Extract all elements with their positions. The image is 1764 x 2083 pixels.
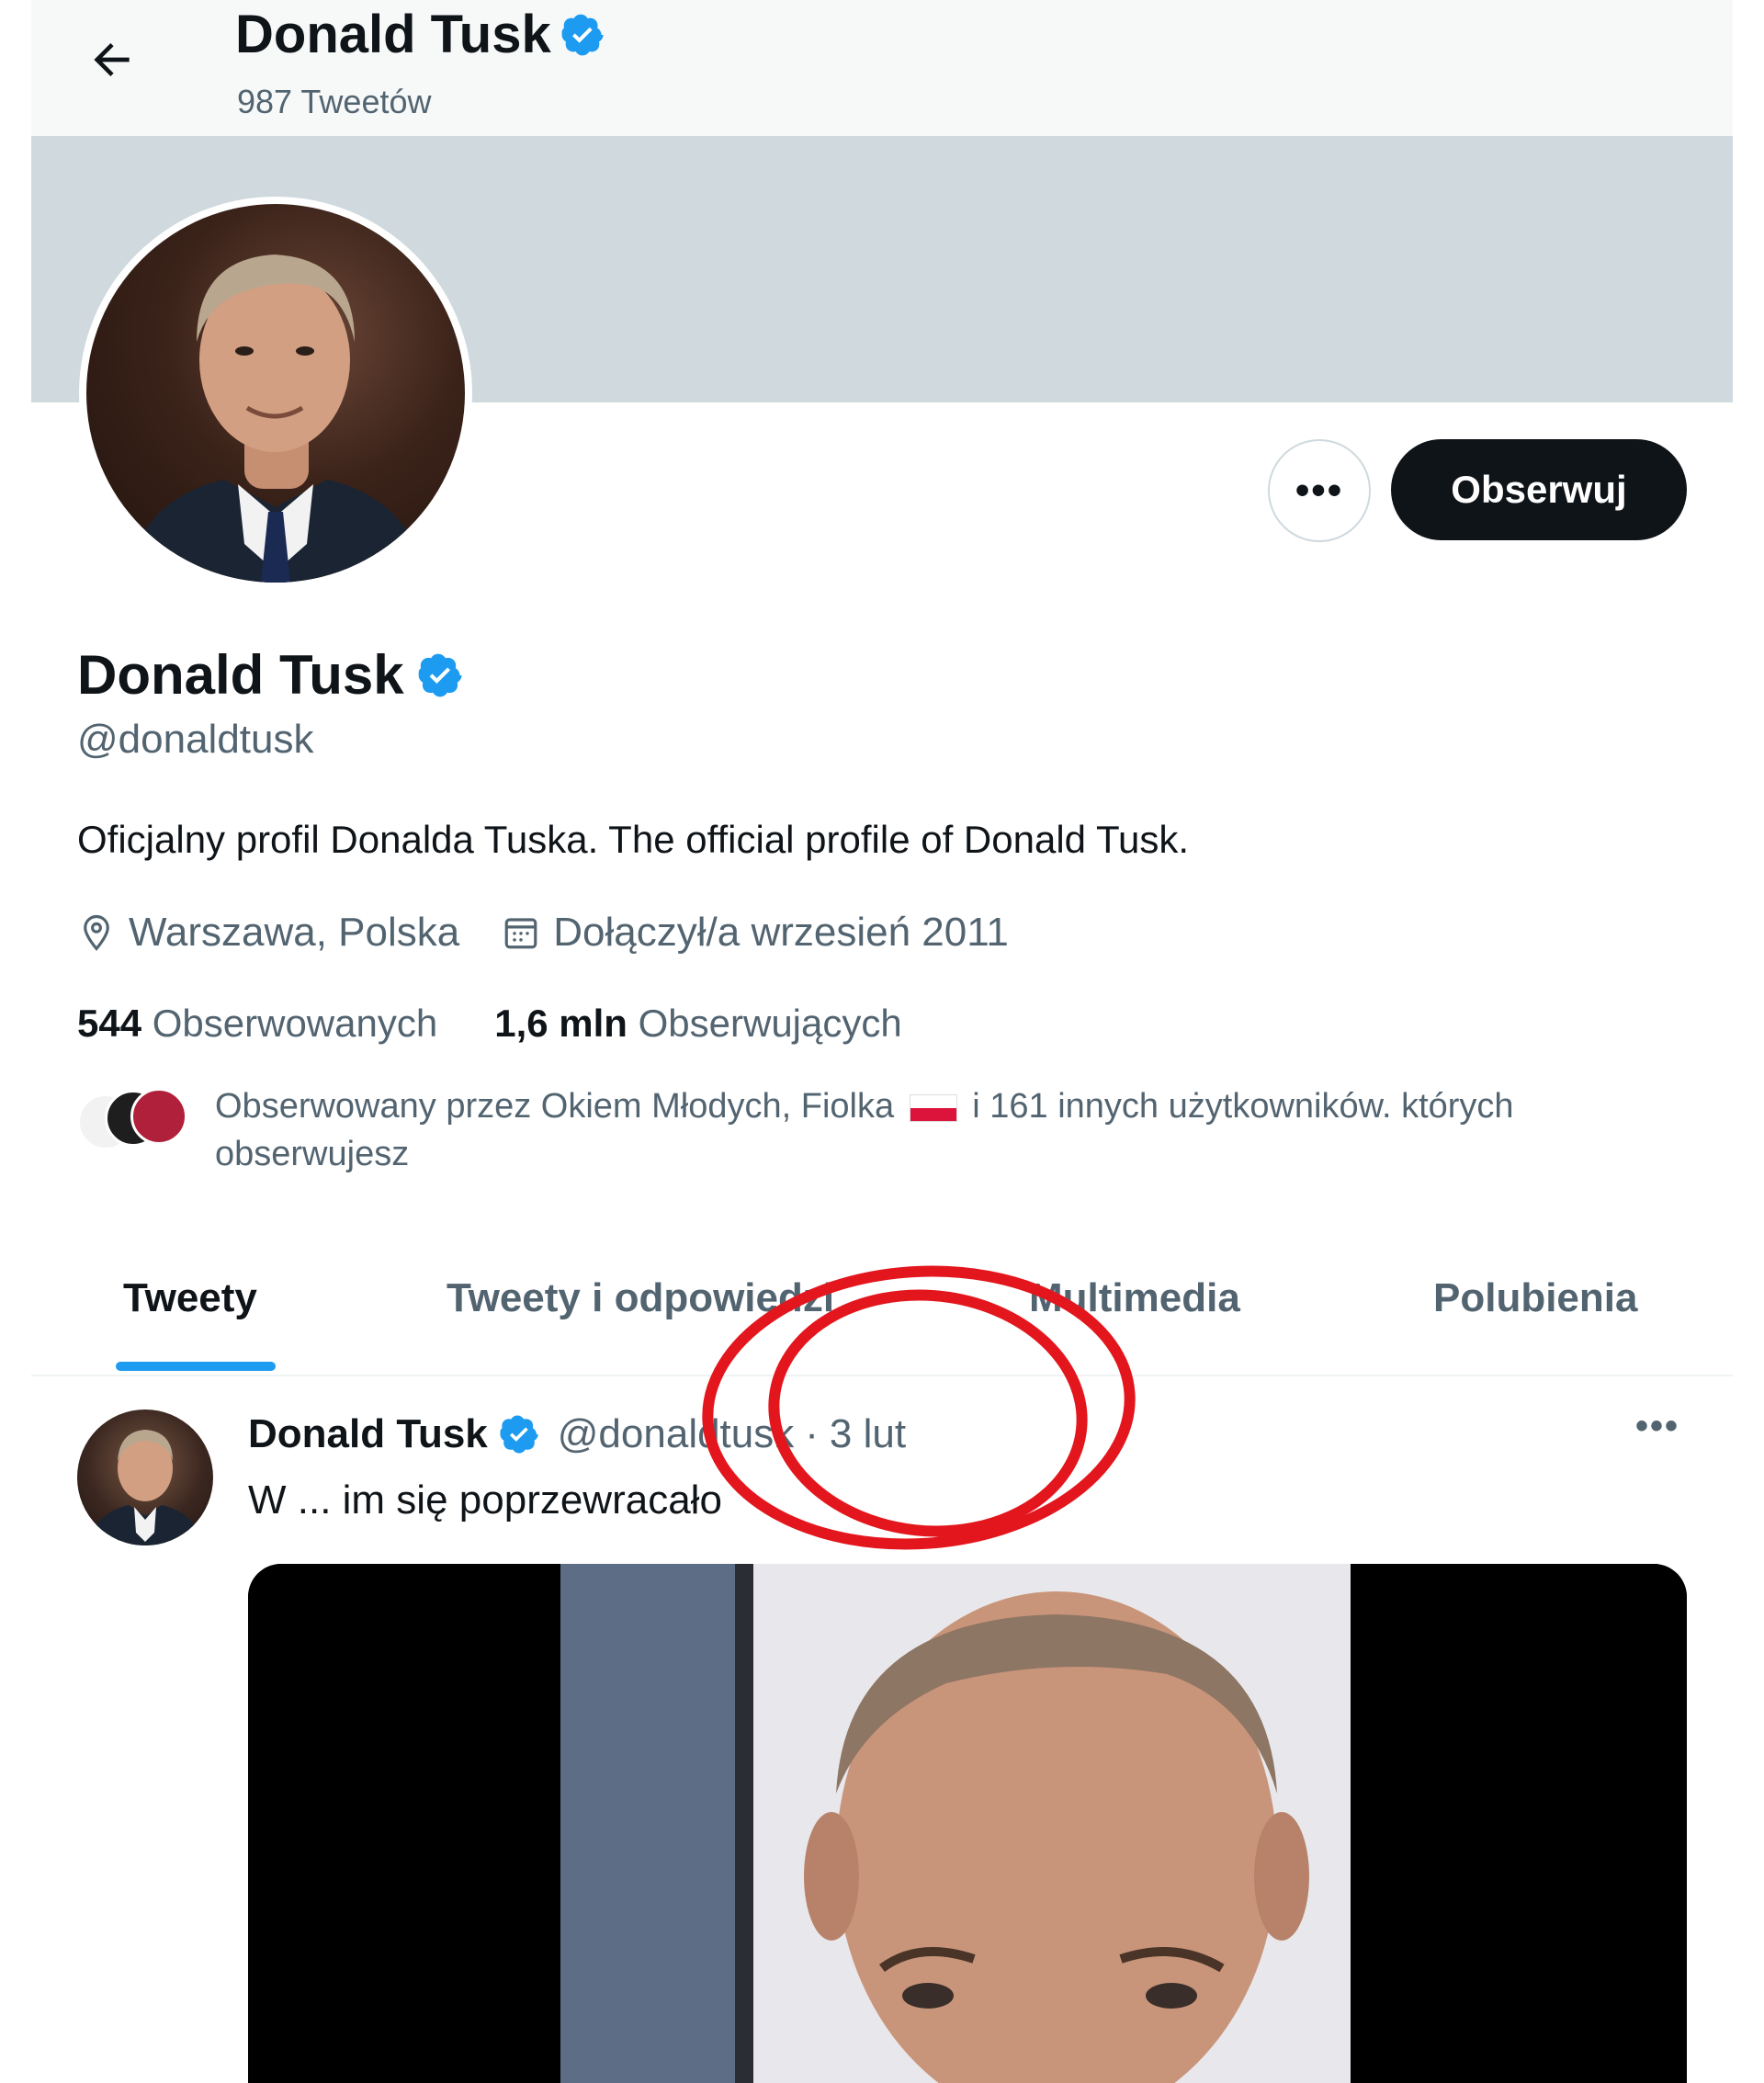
profile-page: Donald Tusk 987 Tweetów ••• Obserwuj Don… — [31, 0, 1733, 2083]
tweet-separator: · — [805, 1411, 819, 1456]
following-label: Obserwowanych — [152, 1002, 438, 1045]
verified-badge-icon — [418, 653, 462, 696]
profile-tabs: Tweety Tweety i odpowiedzi Multimedia Po… — [31, 1250, 1733, 1376]
followers-label: Obserwujących — [638, 1002, 902, 1045]
back-button[interactable] — [75, 28, 149, 92]
header-title: Donald Tusk — [235, 4, 605, 65]
calendar-icon — [504, 918, 537, 949]
tweet-more-button[interactable]: ••• — [1635, 1406, 1679, 1447]
tab-tweets[interactable]: Tweety — [123, 1275, 257, 1321]
following-count: 544 — [77, 1002, 142, 1045]
tweet-header: Donald Tusk @donaldtusk · 3 lut — [248, 1411, 906, 1457]
tab-media[interactable]: Multimedia — [1029, 1275, 1240, 1321]
profile-header: Donald Tusk 987 Tweetów — [31, 0, 1733, 137]
tweet-timestamp[interactable]: 3 lut — [830, 1411, 906, 1457]
followed-by-prefix: Obserwowany przez Okiem Młodych, Fiolka — [215, 1087, 895, 1126]
tweet-avatar[interactable] — [77, 1409, 213, 1545]
avatar-photo — [86, 204, 465, 583]
profile-handle: @donaldtusk — [77, 717, 314, 762]
following-link[interactable]: 544 Obserwowanych — [77, 1002, 437, 1046]
tweet-handle[interactable]: @donaldtusk — [558, 1411, 795, 1457]
followed-by-text: Obserwowany przez Okiem Młodych, Fiolka … — [215, 1082, 1685, 1178]
location-text: Warszawa, Polska — [129, 910, 460, 955]
more-icon: ••• — [1295, 468, 1344, 513]
follow-button[interactable]: Obserwuj — [1391, 439, 1687, 540]
header-name: Donald Tusk — [235, 5, 551, 64]
joined-text: Dołączył/a wrzesień 2011 — [553, 910, 1009, 955]
tweet-avatar-portrait — [86, 1430, 204, 1545]
profile-name: Donald Tusk — [77, 644, 404, 706]
tweet-author[interactable]: Donald Tusk — [248, 1411, 488, 1457]
tweet-count: 987 Tweetów — [237, 83, 432, 120]
location-pin-icon — [84, 914, 109, 951]
profile-avatar[interactable] — [79, 197, 472, 590]
followers-count: 1,6 mln — [494, 1002, 628, 1045]
verified-badge-icon — [561, 14, 604, 55]
followed-by-avatars — [77, 1086, 187, 1150]
avatar — [130, 1088, 187, 1145]
joined-item: Dołączył/a wrzesień 2011 — [502, 910, 1009, 956]
tab-likes[interactable]: Polubienia — [1433, 1275, 1637, 1321]
profile-more-button[interactable]: ••• — [1268, 439, 1371, 542]
followers-link[interactable]: 1,6 mln Obserwujących — [494, 1002, 902, 1046]
profile-bio: Oficjalny profil Donalda Tuska. The offi… — [77, 818, 1190, 861]
profile-stats: 544 Obserwowanych 1,6 mln Obserwujących — [77, 1002, 959, 1046]
profile-meta: Warszawa, Polska Dołączył/a wrzesień 201… — [77, 910, 1051, 956]
verified-badge-icon — [500, 1415, 538, 1454]
tweet-video-frame — [248, 1564, 1687, 2083]
tab-tweets-and-replies[interactable]: Tweety i odpowiedzi — [447, 1275, 834, 1321]
tweet-text: W ... im się poprzewracało — [248, 1477, 722, 1523]
followed-by-row[interactable]: Obserwowany przez Okiem Młodych, Fiolka … — [77, 1082, 1676, 1183]
poland-flag-icon — [909, 1093, 957, 1122]
tweet[interactable]: Donald Tusk @donaldtusk · 3 lut ••• W ..… — [31, 1375, 1733, 2083]
profile-name-row: Donald Tusk — [77, 643, 463, 707]
back-arrow-icon — [94, 43, 130, 76]
tweet-media[interactable] — [248, 1564, 1687, 2083]
location-item: Warszawa, Polska — [77, 910, 459, 956]
avatar-portrait — [123, 255, 428, 583]
active-tab-indicator — [116, 1362, 276, 1371]
